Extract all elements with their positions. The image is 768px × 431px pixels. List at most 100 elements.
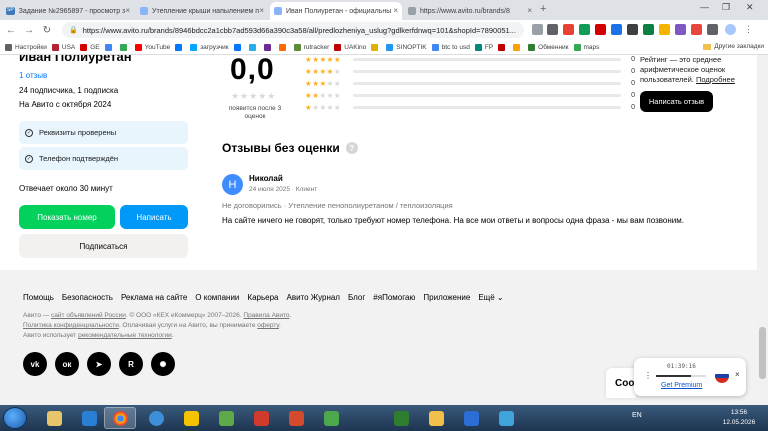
page-scrollbar[interactable]: [757, 55, 768, 405]
write-review-button[interactable]: Написать отзыв: [640, 91, 713, 112]
bookmark-item[interactable]: [513, 43, 523, 51]
bookmark-item[interactable]: rutracker: [293, 43, 329, 51]
reviews-count-link[interactable]: 1 отзыв: [19, 71, 47, 80]
taskbar-app[interactable]: [73, 407, 105, 429]
offer-link[interactable]: оферту: [257, 322, 279, 329]
puzzle-icon[interactable]: [707, 24, 718, 35]
bookmark-item[interactable]: загрузчик: [190, 43, 229, 51]
new-tab-button[interactable]: +: [540, 3, 546, 15]
footer-more-link[interactable]: Ещё ⌄: [478, 293, 503, 302]
question-icon[interactable]: ?: [345, 142, 358, 154]
extension-icon[interactable]: [659, 24, 670, 35]
window-close-icon[interactable]: ✕: [746, 2, 754, 13]
close-icon[interactable]: ×: [393, 6, 398, 15]
browser-tab[interactable]: https://www.avito.ru/brands/8 ×: [404, 2, 536, 20]
drag-handle-icon[interactable]: ⋮: [644, 371, 652, 380]
bookmark-item[interactable]: [175, 43, 185, 51]
rutube-icon[interactable]: R: [119, 352, 143, 376]
taskbar-app[interactable]: [385, 407, 417, 429]
footer-link[interactable]: Авито Журнал: [286, 293, 340, 302]
footer-link[interactable]: О компании: [195, 293, 239, 302]
close-icon[interactable]: ×: [125, 6, 130, 15]
footer-link[interactable]: Безопасность: [62, 293, 113, 302]
bookmark-item[interactable]: [278, 43, 289, 51]
extension-icon[interactable]: [691, 24, 702, 35]
address-bar[interactable]: 🔒 https://www.avito.ru/brands/8946bdcc2a…: [62, 22, 524, 38]
close-icon[interactable]: ×: [259, 6, 264, 15]
bookmark-item[interactable]: UAKino: [334, 43, 366, 51]
bookmark-item[interactable]: FP: [474, 43, 493, 51]
odnoklassniki-icon[interactable]: ок: [55, 352, 79, 376]
taskbar-app[interactable]: [175, 407, 207, 429]
browser-tab-active[interactable]: Иван Полиуретан - официальны ×: [270, 2, 402, 20]
extension-icon[interactable]: [563, 24, 574, 35]
write-message-button[interactable]: Написать: [120, 205, 188, 229]
bookmark-item[interactable]: [119, 43, 130, 51]
bookmark-item[interactable]: [371, 43, 381, 51]
taskbar-app[interactable]: [280, 407, 312, 429]
taskbar-app[interactable]: [38, 407, 70, 429]
footer-link[interactable]: Блог: [348, 293, 365, 302]
browser-tab[interactable]: Утепление крыши напылением п ×: [136, 2, 268, 20]
get-premium-link[interactable]: Get Premium: [661, 382, 702, 389]
start-button[interactable]: [3, 407, 27, 429]
taskbar-app[interactable]: [455, 407, 487, 429]
back-icon[interactable]: ←: [4, 25, 18, 36]
taskbar-app[interactable]: [140, 407, 172, 429]
bookmark-item[interactable]: [498, 43, 508, 51]
bookmark-item[interactable]: [248, 43, 259, 51]
keyboard-language[interactable]: EN: [632, 412, 642, 419]
menu-dots-icon[interactable]: ⋮: [744, 24, 755, 35]
legal-link[interactable]: сайт объявлений России: [51, 312, 126, 319]
bookmark-item[interactable]: btc to usd: [431, 43, 470, 51]
dzen-icon[interactable]: ✺: [151, 352, 175, 376]
subscribe-button[interactable]: Подписаться: [19, 234, 188, 258]
bookmark-item[interactable]: YouTube: [134, 43, 170, 51]
close-icon[interactable]: ×: [527, 6, 532, 15]
bookmark-item[interactable]: SINOPTIK: [386, 43, 427, 51]
bookmark-star-icon[interactable]: [547, 24, 558, 35]
extension-icon[interactable]: [595, 24, 606, 35]
recommendations-link[interactable]: рекомендательные технологии: [78, 332, 172, 339]
russia-flag-icon[interactable]: [715, 369, 729, 383]
browser-tab[interactable]: SP Задание №2965897 - просмотр з ×: [2, 2, 134, 20]
extension-icon[interactable]: [643, 24, 654, 35]
footer-link[interactable]: #яПомогаю: [373, 293, 415, 302]
taskbar-app[interactable]: [490, 407, 522, 429]
scrollbar-thumb[interactable]: [759, 327, 766, 379]
cookie-banner[interactable]: Coo: [606, 368, 636, 398]
taskbar-app[interactable]: [315, 407, 347, 429]
extension-icon[interactable]: [675, 24, 686, 35]
bookmark-item[interactable]: GE: [80, 43, 100, 51]
privacy-link[interactable]: Политика конфиденциальности: [23, 322, 119, 329]
footer-link[interactable]: Реклама на сайте: [121, 293, 187, 302]
profile-avatar[interactable]: [725, 24, 736, 35]
extension-icon[interactable]: [611, 24, 622, 35]
maximize-icon[interactable]: ❐: [722, 2, 730, 13]
close-icon[interactable]: ×: [735, 370, 740, 379]
bookmark-item[interactable]: Обменник: [528, 43, 569, 51]
more-link[interactable]: Подробнее: [696, 75, 735, 84]
share-icon[interactable]: [532, 24, 543, 35]
taskbar-app[interactable]: [210, 407, 242, 429]
other-bookmarks-folder[interactable]: Другие закладки: [703, 43, 764, 50]
show-phone-button[interactable]: Показать номер: [19, 205, 115, 229]
bookmark-item[interactable]: Настройки: [5, 43, 47, 51]
taskbar-app[interactable]: [420, 407, 452, 429]
bookmark-item[interactable]: USA: [51, 43, 75, 51]
footer-link[interactable]: Карьера: [247, 293, 278, 302]
minimize-icon[interactable]: —: [700, 2, 709, 12]
bookmark-item[interactable]: [104, 43, 115, 51]
bookmark-item[interactable]: maps: [573, 43, 599, 51]
bookmark-item[interactable]: [263, 43, 274, 51]
reload-icon[interactable]: ↻: [40, 25, 54, 36]
footer-link[interactable]: Помощь: [23, 293, 54, 302]
rules-link[interactable]: Правила Авито: [243, 312, 289, 319]
forward-icon[interactable]: →: [22, 25, 36, 36]
taskbar-app-chrome[interactable]: [104, 407, 136, 429]
bookmark-item[interactable]: [233, 43, 244, 51]
taskbar-app[interactable]: [245, 407, 277, 429]
telegram-icon[interactable]: ➤: [87, 352, 111, 376]
vk-icon[interactable]: vk: [23, 352, 47, 376]
extension-icon[interactable]: [627, 24, 638, 35]
